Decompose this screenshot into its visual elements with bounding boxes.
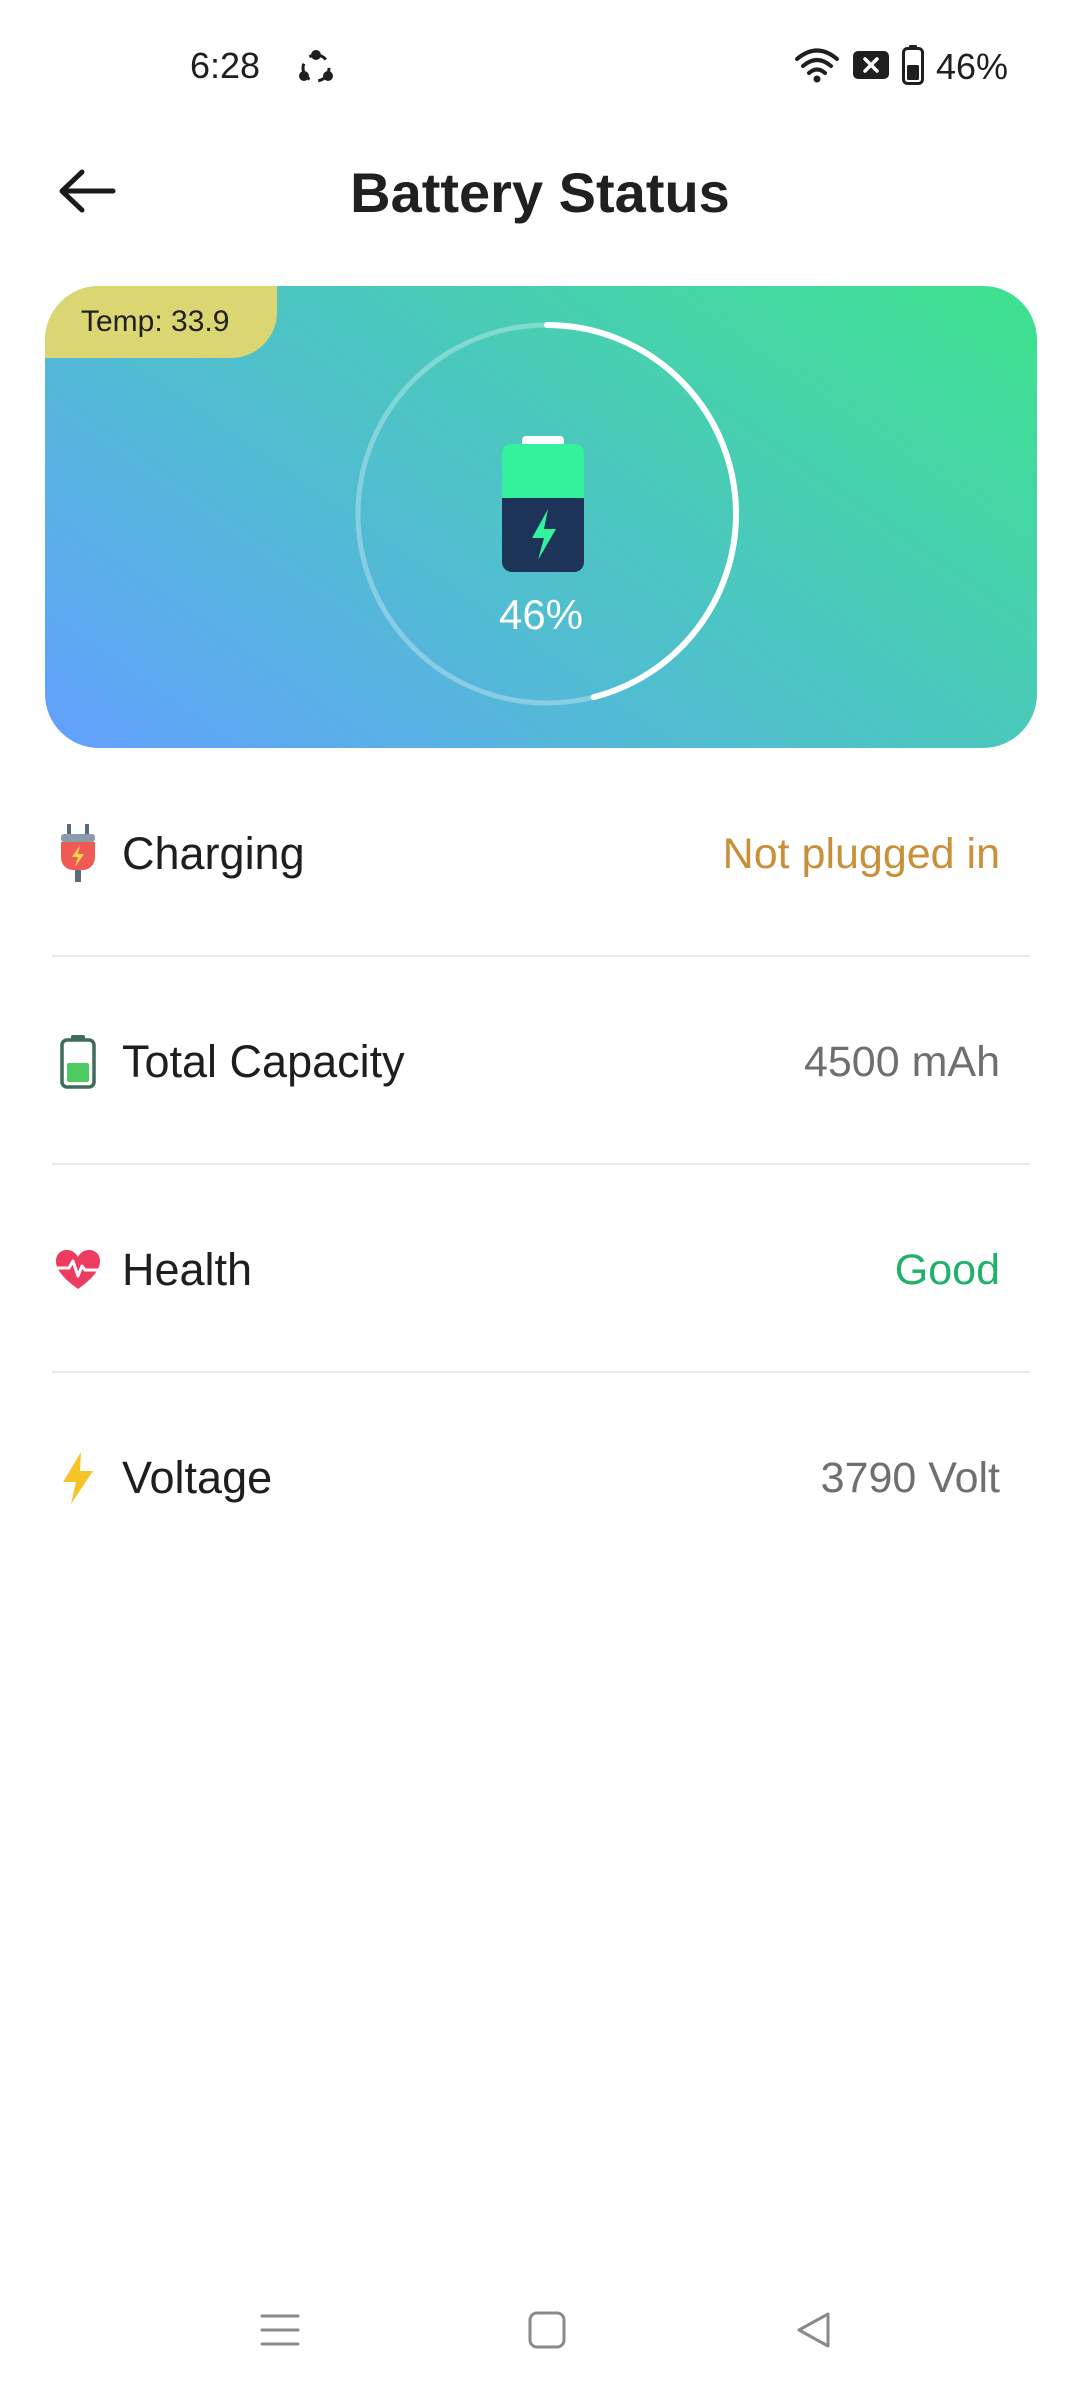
- nav-back-button[interactable]: [784, 2302, 844, 2362]
- plug-icon: [52, 824, 104, 884]
- info-row-voltage: Voltage 3790 Volt: [50, 1374, 1030, 1582]
- row-divider: [52, 1371, 1030, 1373]
- voltage-label: Voltage: [122, 1452, 273, 1503]
- capacity-value: 4500 mAh: [803, 1037, 1000, 1086]
- health-label: Health: [122, 1244, 253, 1295]
- voltage-value: 3790 Volt: [820, 1453, 1000, 1502]
- heart-pulse-icon: [52, 1240, 104, 1300]
- back-arrow-icon: [57, 168, 117, 219]
- battery-level-text: 46%: [498, 591, 584, 638]
- battery-charging-icon: [502, 436, 584, 572]
- info-row-charging: Charging Not plugged in: [50, 750, 1030, 958]
- status-right-group: 46%: [794, 44, 1008, 90]
- capacity-label: Total Capacity: [122, 1036, 405, 1087]
- row-divider: [52, 955, 1030, 957]
- home-icon: [527, 2310, 567, 2355]
- charging-label: Charging: [122, 828, 305, 879]
- back-triangle-icon: [794, 2310, 834, 2355]
- info-row-health: Health Good: [50, 1166, 1030, 1374]
- status-time: 6:28: [190, 45, 261, 86]
- health-value: Good: [894, 1245, 1000, 1294]
- home-button[interactable]: [517, 2302, 577, 2362]
- status-bar: 6:28 46%: [0, 0, 1080, 130]
- status-battery-percent: 46%: [935, 46, 1008, 87]
- sync-app-icon: [296, 48, 336, 88]
- menu-icon: [260, 2312, 300, 2353]
- lightning-icon: [52, 1448, 104, 1508]
- info-row-capacity: Total Capacity 4500 mAh: [50, 958, 1030, 1166]
- battery-status-screen: 6:28 46% Battery Status Temp: 33.9 46% C…: [0, 0, 1080, 2400]
- battery-capacity-icon: [52, 1032, 104, 1092]
- battery-hero-card: Temp: 33.9 46%: [45, 286, 1037, 748]
- sim-off-icon: [852, 50, 890, 85]
- recents-button[interactable]: [250, 2302, 310, 2362]
- temperature-badge: Temp: 33.9: [45, 286, 277, 358]
- page-title: Battery Status: [350, 161, 730, 224]
- row-divider: [52, 1163, 1030, 1165]
- charging-value: Not plugged in: [722, 829, 1000, 878]
- battery-icon: [901, 44, 924, 90]
- back-button[interactable]: [52, 158, 122, 228]
- wifi-icon: [794, 46, 840, 89]
- system-nav-bar: [0, 2290, 1080, 2370]
